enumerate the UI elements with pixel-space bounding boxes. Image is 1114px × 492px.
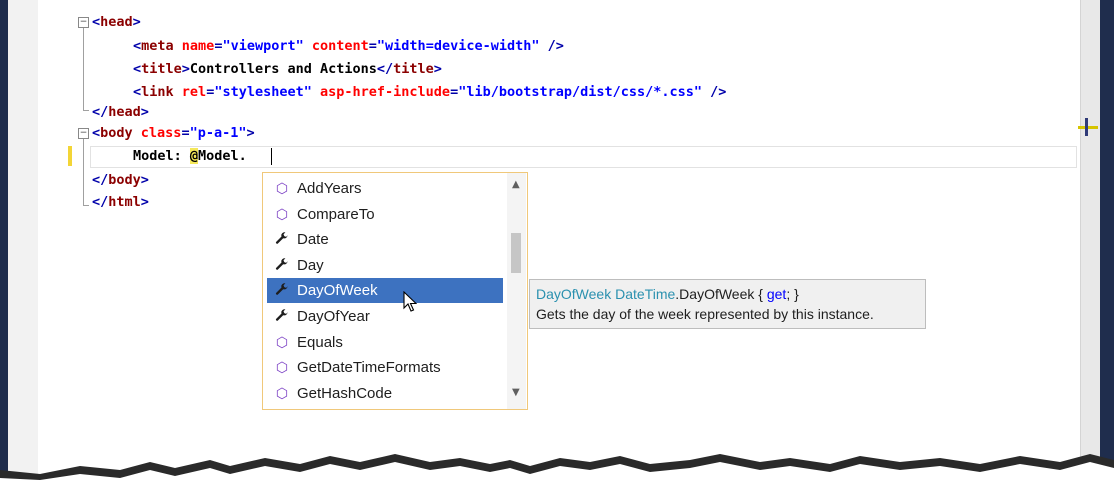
- method-icon: ⬡: [275, 385, 289, 401]
- method-icon: ⬡: [275, 206, 289, 222]
- razor-at-symbol: @: [189, 148, 199, 164]
- code-line-title[interactable]: <title>Controllers and Actions</title>: [133, 58, 442, 80]
- completion-item[interactable]: ⬡ CompareTo: [267, 202, 503, 227]
- editor-gutter: [8, 0, 38, 492]
- text-caret: [271, 148, 272, 165]
- completion-item[interactable]: ⬡ Equals: [267, 330, 503, 355]
- fold-guide-body: [83, 139, 84, 205]
- code-line-html-close[interactable]: </html>: [92, 191, 149, 213]
- completion-item-selected[interactable]: DayOfWeek: [267, 278, 503, 303]
- wrench-icon: [274, 253, 290, 278]
- code-line-head-close[interactable]: </head>: [92, 101, 149, 123]
- change-indicator: [68, 146, 72, 166]
- tooltip-signature: DayOfWeek DateTime.DayOfWeek { get; }: [536, 286, 799, 302]
- fold-guide-head: [83, 28, 84, 110]
- completion-item[interactable]: ⬡ GetHashCode: [267, 381, 503, 406]
- fold-guide-body-end: [83, 205, 89, 206]
- scroll-down-icon[interactable]: ▼: [512, 387, 520, 398]
- torn-edge-decoration: [0, 454, 1114, 492]
- code-line-body-close[interactable]: </body>: [92, 169, 149, 191]
- wrench-icon: [274, 227, 290, 252]
- scroll-up-icon[interactable]: ▲: [512, 179, 520, 190]
- completion-item[interactable]: Date: [267, 227, 503, 252]
- fold-guide-head-end: [83, 110, 89, 111]
- completion-scroll-thumb[interactable]: [511, 233, 521, 273]
- intellisense-completion-list[interactable]: ⬡ AddYears ⬡ CompareTo Date Day DayOfWeek …: [262, 172, 528, 410]
- scrollbar-caret-marker: [1078, 126, 1098, 129]
- mouse-pointer-icon: [403, 290, 418, 317]
- vertical-scrollbar[interactable]: [1080, 0, 1101, 492]
- method-icon: ⬡: [275, 334, 289, 350]
- code-line-head-open[interactable]: <head>: [92, 11, 141, 33]
- collapse-body-icon[interactable]: −: [78, 128, 89, 139]
- code-line-meta[interactable]: <meta name="viewport" content="width=dev…: [133, 35, 564, 57]
- left-window-border: [0, 0, 8, 492]
- code-line-body-open[interactable]: <body class="p-a-1">: [92, 122, 255, 144]
- completion-item[interactable]: ⬡ AddYears: [267, 176, 503, 201]
- code-line-link[interactable]: <link rel="stylesheet" asp-href-include=…: [133, 81, 726, 103]
- completion-item[interactable]: ⬡ GetDateTimeFormats: [267, 355, 503, 380]
- completion-item[interactable]: Day: [267, 253, 503, 278]
- completion-item[interactable]: DayOfYear: [267, 304, 503, 329]
- quick-info-tooltip: DayOfWeek DateTime.DayOfWeek { get; } Ge…: [529, 279, 926, 329]
- collapse-head-icon[interactable]: −: [78, 17, 89, 28]
- method-icon: ⬡: [275, 180, 289, 196]
- completion-scrollbar[interactable]: ▲ ▼: [507, 173, 526, 409]
- scrollbar-position-marker: [1085, 118, 1088, 136]
- wrench-icon: [274, 304, 290, 329]
- method-icon: ⬡: [275, 359, 289, 375]
- wrench-icon: [274, 278, 290, 303]
- code-line-model[interactable]: Model: @Model.: [133, 145, 247, 167]
- tooltip-description: Gets the day of the week represented by …: [536, 306, 874, 322]
- right-window-border: [1100, 0, 1114, 492]
